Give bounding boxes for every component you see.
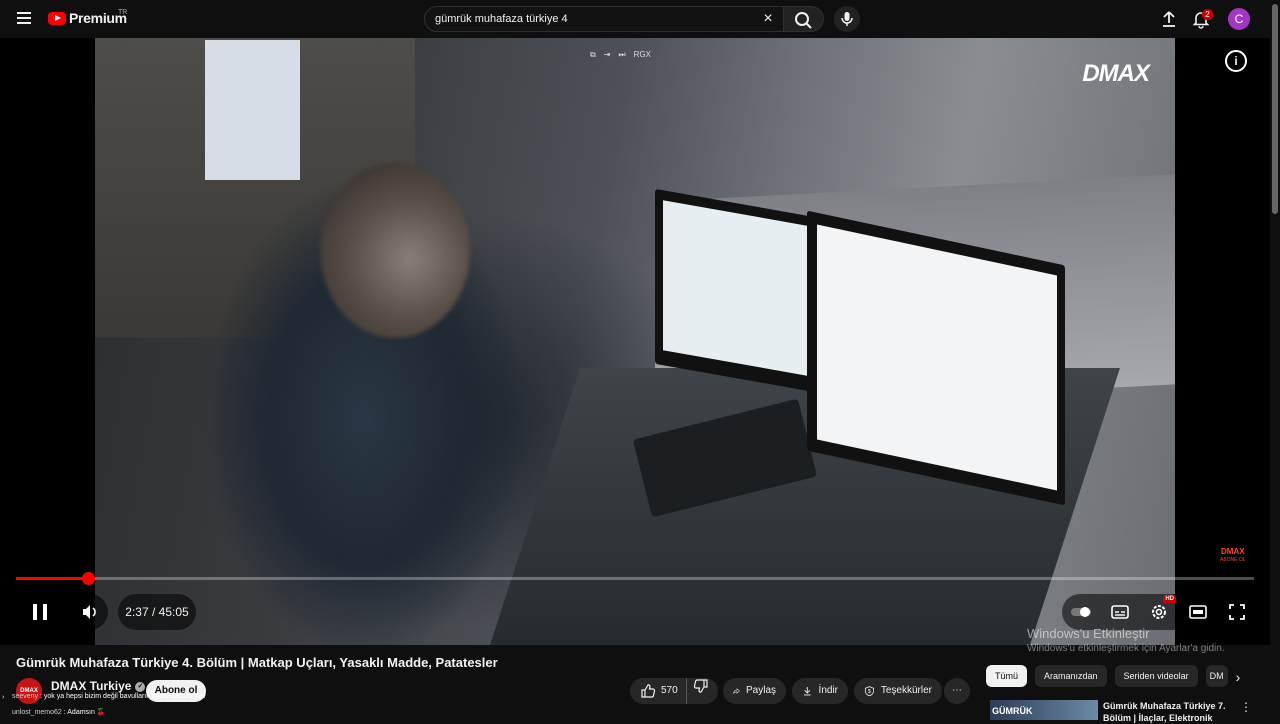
search-icon <box>795 12 812 29</box>
skip-icon[interactable]: ⏭ <box>618 50 625 60</box>
channel-avatar[interactable]: DMAX <box>16 678 42 704</box>
player-right-controls: HD <box>1062 594 1256 630</box>
chip-dmax[interactable]: DM <box>1205 665 1228 687</box>
share-label: Paylaş <box>745 685 776 696</box>
recommendation-thumbnail[interactable]: GÜMRÜK <box>990 700 1098 720</box>
video-scene-screen-left <box>663 200 807 376</box>
gear-icon <box>1151 605 1166 619</box>
fullscreen-button[interactable] <box>1226 601 1248 623</box>
scrollbar-thumb[interactable] <box>1272 4 1278 214</box>
thanks-label: Teşekkürler <box>880 685 932 696</box>
player-top-controls: ⧉ ⇥ ⏭ RGX <box>590 50 651 60</box>
progress-bar[interactable] <box>16 572 1254 585</box>
subtitles-button[interactable] <box>1109 601 1131 623</box>
logo-country-code: TR <box>118 9 128 16</box>
search-input[interactable]: gümrük muhafaza türkiye 4 × <box>424 6 784 32</box>
download-button[interactable]: İndir <box>792 678 848 704</box>
recommendation-more-icon[interactable]: ⋮ <box>1240 700 1252 714</box>
search-button[interactable] <box>784 6 824 32</box>
upload-button[interactable] <box>1158 8 1180 30</box>
share-button[interactable]: Paylaş <box>723 678 786 704</box>
chat-username[interactable]: seeveny <box>12 693 38 700</box>
dmax-small-subscribe: ABONE OL <box>1220 557 1246 563</box>
thumbs-down-icon <box>693 678 708 693</box>
chat-expand-icon[interactable]: › <box>2 694 4 701</box>
recommendation-filter-chips: Tümü Aramanızdan Seriden videolar DM <box>986 665 1228 687</box>
like-button[interactable]: 570 <box>640 678 687 704</box>
top-bar: Premium TR gümrük muhafaza türkiye 4 × 2… <box>0 0 1280 38</box>
autoplay-toggle[interactable] <box>1070 601 1092 623</box>
windows-activation-subtitle: Windows'u etkinleştirmek için Ayarlar'a … <box>1027 643 1225 654</box>
theater-mode-button[interactable] <box>1187 601 1209 623</box>
microphone-icon <box>841 12 853 26</box>
voice-search-button[interactable] <box>834 6 860 32</box>
download-label: İndir <box>818 685 838 696</box>
dmax-subscribe-watermark[interactable]: DMAX ABONE OL <box>1220 548 1246 564</box>
chip-from-search[interactable]: Aramanızdan <box>1035 665 1107 687</box>
account-avatar[interactable]: C <box>1228 8 1250 30</box>
search-query-text: gümrük muhafaza türkiye 4 <box>435 13 568 25</box>
subtitles-icon <box>1111 605 1129 619</box>
windows-activation-title: Windows'u Etkinleştir <box>1027 626 1150 641</box>
volume-icon <box>83 605 96 619</box>
chips-next-icon[interactable]: › <box>1226 666 1250 688</box>
youtube-play-logo-icon <box>48 11 66 25</box>
more-actions-button[interactable]: ⋯ <box>944 678 970 704</box>
verified-icon: ✓ <box>135 681 146 692</box>
notification-count-badge: 2 <box>1202 9 1213 20</box>
pause-icon <box>33 604 47 620</box>
dislike-button[interactable] <box>693 678 709 705</box>
channel-name[interactable]: DMAX Turkiye <box>51 679 131 693</box>
progress-fill <box>16 577 89 580</box>
channel-name-row[interactable]: DMAX Turkiye ✓ <box>51 679 146 693</box>
chat-text: : yok ya hepsi bizim değil bavulların he… <box>38 693 206 700</box>
svg-text:$: $ <box>868 689 871 695</box>
youtube-premium-logo[interactable]: Premium <box>48 10 127 26</box>
chip-all[interactable]: Tümü <box>986 665 1028 687</box>
pause-button[interactable] <box>20 594 60 630</box>
clear-search-icon[interactable]: × <box>759 10 777 28</box>
dmax-watermark: DMAX <box>1082 60 1150 87</box>
miniplayer-icon[interactable]: ⧉ <box>590 50 596 60</box>
volume-button[interactable] <box>72 594 108 630</box>
video-player[interactable]: DMAX ⧉ ⇥ ⏭ RGX i DMAX ABONE OL 2:37 / 45… <box>0 38 1270 645</box>
thanks-dollar-icon: $ <box>864 686 874 697</box>
video-title: Gümrük Muhafaza Türkiye 4. Bölüm | Matka… <box>16 655 498 670</box>
download-icon <box>803 687 811 696</box>
share-icon <box>733 688 740 694</box>
chat-message: unlost_memo62 : Adamsın 🍒 <box>12 708 106 716</box>
video-frame: DMAX <box>95 38 1175 645</box>
fullscreen-icon <box>1228 604 1245 620</box>
like-dislike-group: 570 <box>630 678 718 704</box>
chip-series-videos[interactable]: Seriden videolar <box>1114 665 1198 687</box>
autoplay-toggle-icon <box>1071 607 1092 617</box>
page-scrollbar[interactable] <box>1270 0 1280 720</box>
theater-mode-icon <box>1188 605 1207 619</box>
chat-username[interactable]: unlost_memo62 <box>12 709 62 716</box>
like-count: 570 <box>661 685 678 696</box>
chat-text: : Adamsın 🍒 <box>61 709 106 716</box>
chat-message: seeveny : yok ya hepsi bizim değil bavul… <box>12 693 206 700</box>
info-icon[interactable]: i <box>1225 50 1247 72</box>
settings-button[interactable]: HD <box>1148 595 1176 623</box>
video-scene-blurred-face <box>320 163 470 338</box>
hd-badge: HD <box>1163 595 1176 603</box>
recommendation-thumbnail-text: GÜMRÜK <box>992 706 1033 716</box>
dmax-small-logo: DMAX <box>1221 547 1245 556</box>
time-display: 2:37 / 45:05 <box>118 594 196 630</box>
exit-icon[interactable]: ⇥ <box>604 50 611 60</box>
thanks-button[interactable]: $ Teşekkürler <box>854 678 942 704</box>
progress-scrubber[interactable] <box>82 572 96 585</box>
hamburger-menu-icon[interactable] <box>14 9 34 29</box>
recommendation-title[interactable]: Gümrük Muhafaza Türkiye 7. Bölüm | İlaçl… <box>1103 700 1233 724</box>
rgx-label[interactable]: RGX <box>634 50 651 60</box>
thumbs-up-icon <box>641 684 656 698</box>
upload-icon <box>1163 11 1175 27</box>
